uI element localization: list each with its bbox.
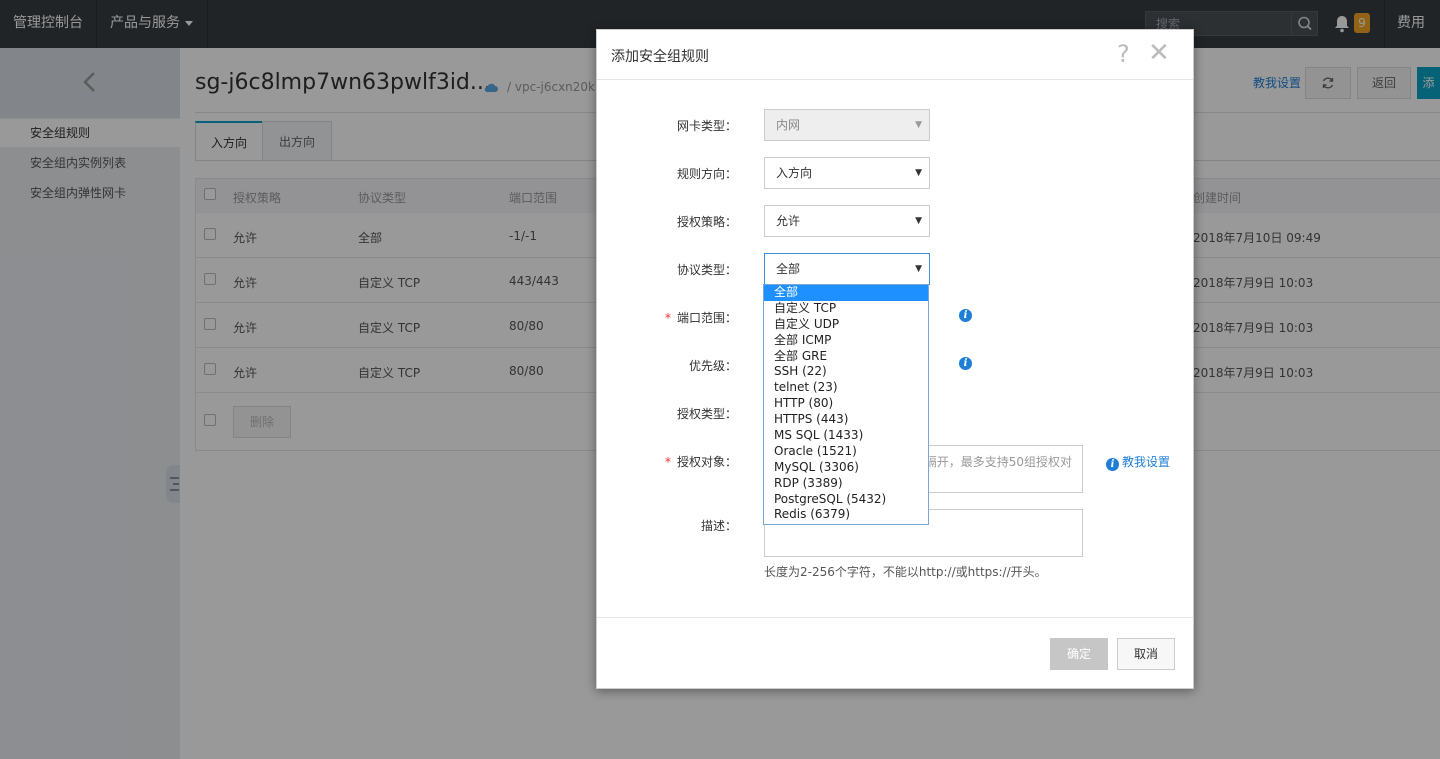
cancel-button[interactable]: 取消 (1117, 638, 1175, 670)
required-mark: * (664, 311, 671, 325)
direction-value: 入方向 (776, 166, 813, 180)
dropdown-arrow-icon: ▼ (915, 264, 922, 274)
policy-value: 允许 (776, 214, 801, 228)
teach-link-label: 教我设置 (1122, 455, 1171, 469)
protocol-option[interactable]: 全部 GRE (764, 349, 928, 365)
close-icon[interactable]: ✕ (1148, 39, 1170, 67)
direction-label: 规则方向： (676, 167, 737, 181)
protocol-dropdown-list: 全部 自定义 TCP 自定义 UDP 全部 ICMP 全部 GRE SSH (22) tel… (763, 284, 929, 525)
auth-object-placeholder: 隔开，最多支持50组授权对 (924, 455, 1072, 469)
nic-type-select: 内网 ▼ (764, 109, 930, 141)
protocol-option[interactable]: PostgreSQL (5432) (764, 492, 928, 508)
desc-hint: 长度为2-256个字符，不能以http://或https://开头。 (764, 565, 1047, 579)
auth-object-label-text: 授权对象： (676, 455, 737, 469)
policy-select[interactable]: 允许 ▼ (764, 205, 930, 237)
protocol-value: 全部 (776, 262, 801, 276)
dialog-footer-divider (597, 617, 1193, 618)
protocol-option[interactable]: 自定义 TCP (764, 301, 928, 317)
protocol-option[interactable]: Redis (6379) (764, 507, 928, 523)
help-icon[interactable]: ? (1117, 40, 1130, 68)
auth-type-label: 授权类型： (676, 407, 737, 421)
protocol-option[interactable]: telnet (23) (764, 380, 928, 396)
protocol-option[interactable]: MySQL (3306) (764, 460, 928, 476)
protocol-option[interactable]: 全部 (764, 285, 928, 301)
protocol-option[interactable]: RDP (3389) (764, 476, 928, 492)
dropdown-arrow-icon: ▼ (915, 216, 922, 226)
policy-label: 授权策略： (676, 215, 737, 229)
nic-type-label: 网卡类型： (676, 119, 737, 133)
priority-info-icon[interactable]: i (959, 357, 972, 370)
priority-label: 优先级： (688, 359, 737, 373)
dialog-title: 添加安全组规则 (611, 49, 709, 65)
port-info-icon[interactable]: i (959, 309, 972, 322)
protocol-select[interactable]: 全部 ▼ (764, 253, 930, 285)
protocol-option[interactable]: Oracle (1521) (764, 444, 928, 460)
port-label: * 端口范围： (597, 309, 737, 326)
required-mark: * (664, 455, 671, 469)
protocol-option[interactable]: HTTP (80) (764, 396, 928, 412)
protocol-option[interactable]: SSH (22) (764, 364, 928, 380)
confirm-button[interactable]: 确定 (1050, 638, 1108, 670)
dropdown-arrow-icon: ▼ (915, 168, 922, 178)
desc-label: 描述： (700, 519, 737, 533)
protocol-option[interactable]: 全部 ICMP (764, 333, 928, 349)
teach-link[interactable]: i 教我设置 (1106, 453, 1171, 471)
protocol-option[interactable]: HTTPS (443) (764, 412, 928, 428)
direction-select[interactable]: 入方向 ▼ (764, 157, 930, 189)
info-icon: i (1106, 458, 1119, 471)
auth-object-label: * 授权对象： (597, 453, 737, 470)
dialog-header-divider (597, 79, 1193, 80)
protocol-option[interactable]: 自定义 UDP (764, 317, 928, 333)
protocol-label: 协议类型： (676, 263, 737, 277)
port-label-text: 端口范围： (676, 311, 737, 325)
protocol-option[interactable]: MS SQL (1433) (764, 428, 928, 444)
nic-type-value: 内网 (776, 118, 801, 132)
dropdown-arrow-icon: ▼ (915, 120, 922, 130)
